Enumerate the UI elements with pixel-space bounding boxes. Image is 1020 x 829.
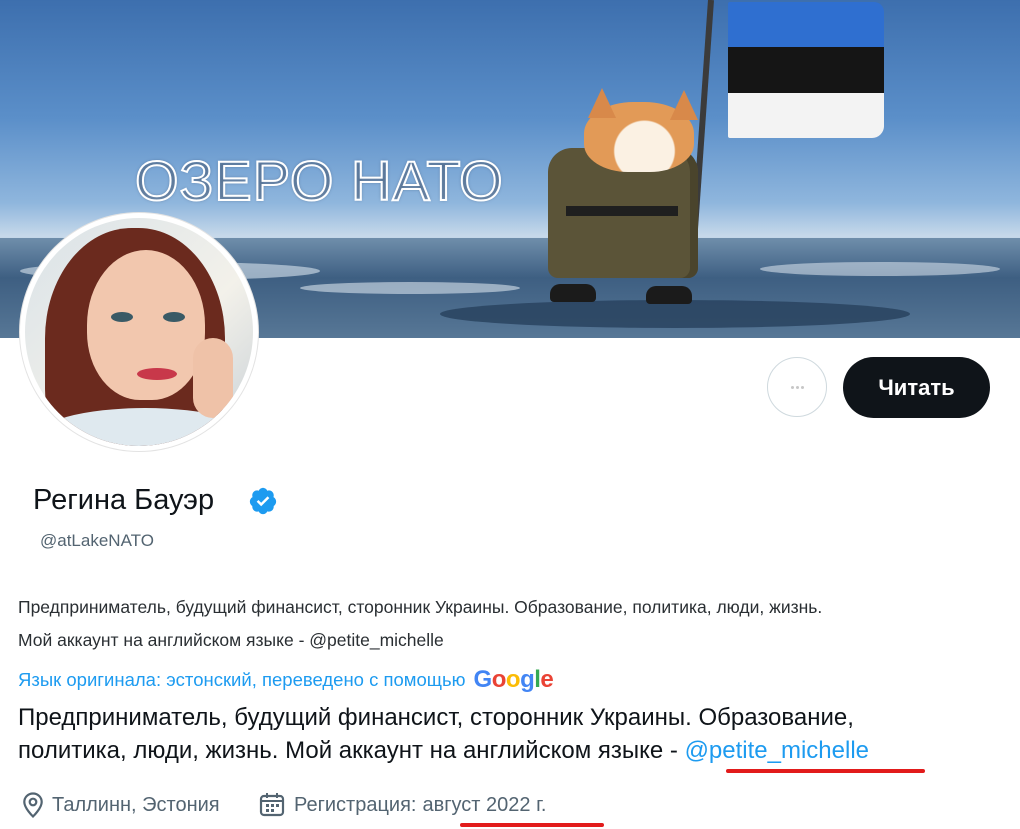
registration-label: Регистрация: xyxy=(294,793,417,816)
verified-badge-icon xyxy=(249,487,277,515)
calendar-icon xyxy=(259,793,285,817)
estonian-flag xyxy=(728,2,884,138)
profile-join-date: Регистрация: август 2022 г. xyxy=(258,792,546,818)
more-dots-icon xyxy=(790,385,794,389)
translated-bio-line-2: политика, люди, жизнь. Мой аккаунт на ан… xyxy=(18,737,869,765)
profile-name: Регина Бауэр xyxy=(33,484,215,516)
banner-title: ОЗЕРО НАТО xyxy=(134,148,504,213)
registration-date: август 2022 г. xyxy=(422,793,547,816)
highlight-underline xyxy=(460,823,604,827)
banner-ice xyxy=(760,262,1000,276)
translation-notice-text: Язык оригинала: эстонский, переведено с … xyxy=(18,669,466,690)
bio-line-1: Предприниматель, будущий финансист, стор… xyxy=(18,597,823,617)
location-text: Таллинн, Эстония xyxy=(52,793,220,816)
mention-link[interactable]: @petite_michelle xyxy=(685,737,869,764)
bio-line-2: Мой аккаунт на английском языке - @petit… xyxy=(18,630,444,650)
location-pin-icon xyxy=(23,792,43,818)
follow-button[interactable]: Читать xyxy=(843,357,990,418)
google-logo-icon: Google xyxy=(473,666,554,693)
doge-soldier-figure xyxy=(536,88,712,318)
translated-bio-text: политика, люди, жизнь. Мой аккаунт на ан… xyxy=(18,737,685,764)
translated-bio-line-1: Предприниматель, будущий финансист, стор… xyxy=(18,704,854,731)
highlight-underline xyxy=(726,769,925,773)
more-options-button[interactable] xyxy=(767,357,827,417)
banner-ice xyxy=(300,282,520,294)
avatar[interactable] xyxy=(20,213,258,451)
profile-location: Таллинн, Эстония xyxy=(22,792,220,818)
profile-handle: @atLakeNATO xyxy=(40,531,154,550)
translation-notice[interactable]: Язык оригинала: эстонский, переведено с … xyxy=(18,666,554,694)
